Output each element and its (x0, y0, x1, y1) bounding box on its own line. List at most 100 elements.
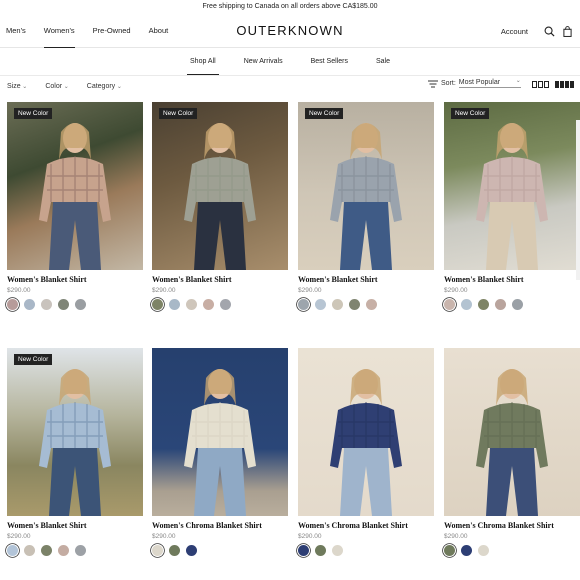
new-color-badge: New Color (159, 108, 198, 119)
color-swatch[interactable] (315, 299, 326, 310)
new-color-badge: New Color (14, 108, 53, 119)
product-card[interactable]: New Color Women's Blanket Shirt $290.00 (444, 102, 580, 310)
scrollbar[interactable] (576, 120, 580, 280)
product-price: $290.00 (444, 287, 468, 294)
filter-color[interactable]: Color (45, 83, 68, 90)
product-image[interactable] (444, 348, 580, 516)
filter-bar: Size Color Category Sort: Most Popular (0, 76, 580, 96)
new-color-badge: New Color (305, 108, 344, 119)
color-swatches (7, 299, 143, 310)
color-swatch[interactable] (478, 299, 489, 310)
color-swatch[interactable] (7, 299, 18, 310)
grid-view-toggle (532, 81, 575, 88)
product-image[interactable] (298, 348, 434, 516)
color-swatch[interactable] (7, 545, 18, 556)
color-swatch[interactable] (512, 299, 523, 310)
color-swatch[interactable] (444, 545, 455, 556)
product-name[interactable]: Women's Blanket Shirt (152, 275, 288, 284)
tab-new-arrivals[interactable]: New Arrivals (244, 48, 283, 75)
product-image[interactable]: New Color (298, 102, 434, 270)
product-price: $290.00 (444, 533, 468, 540)
color-swatch[interactable] (298, 299, 309, 310)
color-swatch[interactable] (461, 299, 472, 310)
color-swatch[interactable] (366, 299, 377, 310)
color-swatch[interactable] (41, 545, 52, 556)
product-name[interactable]: Women's Chroma Blanket Shirt (152, 521, 288, 530)
sort-label: Sort: (441, 80, 456, 87)
product-image[interactable]: New Color (7, 102, 143, 270)
color-swatch[interactable] (461, 545, 472, 556)
color-swatch[interactable] (444, 299, 455, 310)
sort-select[interactable]: Most Popular (458, 77, 521, 88)
color-swatch[interactable] (220, 299, 231, 310)
nav-about[interactable]: About (149, 14, 169, 48)
color-swatch[interactable] (169, 299, 180, 310)
filter-size[interactable]: Size (7, 83, 27, 90)
category-subnav: Shop All New Arrivals Best Sellers Sale (0, 48, 580, 76)
color-swatch[interactable] (169, 545, 180, 556)
sort-control[interactable]: Sort: Most Popular (428, 77, 521, 88)
tab-sale[interactable]: Sale (376, 48, 390, 75)
header-actions: Account (501, 14, 578, 48)
product-name[interactable]: Women's Chroma Blanket Shirt (444, 521, 580, 530)
color-swatch[interactable] (75, 299, 86, 310)
product-image[interactable]: New Color (152, 102, 288, 270)
product-price: $290.00 (298, 533, 322, 540)
color-swatch[interactable] (349, 299, 360, 310)
color-swatch[interactable] (24, 299, 35, 310)
nav-mens[interactable]: Men's (6, 14, 26, 48)
product-name[interactable]: Women's Blanket Shirt (7, 275, 143, 284)
color-swatch[interactable] (24, 545, 35, 556)
new-color-badge: New Color (451, 108, 490, 119)
color-swatch[interactable] (58, 299, 69, 310)
product-name[interactable]: Women's Chroma Blanket Shirt (298, 521, 434, 530)
product-price: $290.00 (152, 287, 176, 294)
color-swatches (444, 545, 580, 556)
color-swatches (152, 545, 288, 556)
color-swatch[interactable] (186, 299, 197, 310)
color-swatch[interactable] (152, 545, 163, 556)
color-swatch[interactable] (495, 299, 506, 310)
site-header: Men's Women's Pre-Owned About OUTERKNOWN… (0, 14, 580, 48)
product-name[interactable]: Women's Blanket Shirt (7, 521, 143, 530)
grid-4-col-icon[interactable] (555, 81, 575, 88)
grid-3-col-icon[interactable] (532, 81, 550, 88)
product-image[interactable]: New Color (7, 348, 143, 516)
color-swatch[interactable] (332, 299, 343, 310)
product-price: $290.00 (152, 533, 176, 540)
color-swatch[interactable] (478, 545, 489, 556)
product-card[interactable]: Women's Chroma Blanket Shirt $290.00 (298, 348, 434, 556)
product-name[interactable]: Women's Blanket Shirt (298, 275, 434, 284)
product-card[interactable]: New Color Women's Blanket Shirt $290.00 (7, 102, 143, 310)
product-price: $290.00 (298, 287, 322, 294)
search-icon[interactable] (542, 24, 556, 38)
product-price: $290.00 (7, 533, 31, 540)
color-swatch[interactable] (75, 545, 86, 556)
nav-womens[interactable]: Women's (43, 14, 75, 48)
color-swatch[interactable] (41, 299, 52, 310)
account-link[interactable]: Account (501, 27, 528, 36)
color-swatch[interactable] (152, 299, 163, 310)
tab-shop-all[interactable]: Shop All (187, 48, 219, 75)
color-swatch[interactable] (203, 299, 214, 310)
filter-category[interactable]: Category (87, 83, 122, 90)
color-swatch[interactable] (315, 545, 326, 556)
product-card[interactable]: New Color Women's Blanket Shirt $290.00 (298, 102, 434, 310)
color-swatches (298, 299, 434, 310)
color-swatch[interactable] (332, 545, 343, 556)
product-price: $290.00 (7, 287, 31, 294)
color-swatch[interactable] (58, 545, 69, 556)
product-card[interactable]: Women's Chroma Blanket Shirt $290.00 (444, 348, 580, 556)
nav-pre-owned[interactable]: Pre-Owned (93, 14, 131, 48)
product-image[interactable] (152, 348, 288, 516)
color-swatch[interactable] (298, 545, 309, 556)
color-swatch[interactable] (186, 545, 197, 556)
product-card[interactable]: New Color Women's Blanket Shirt $290.00 (7, 348, 143, 556)
product-card[interactable]: New Color Women's Blanket Shirt $290.00 (152, 102, 288, 310)
tab-best-sellers[interactable]: Best Sellers (311, 48, 348, 75)
main-nav: Men's Women's Pre-Owned About (6, 14, 186, 48)
product-image[interactable]: New Color (444, 102, 580, 270)
shopping-bag-icon[interactable] (560, 24, 574, 38)
product-card[interactable]: Women's Chroma Blanket Shirt $290.00 (152, 348, 288, 556)
product-name[interactable]: Women's Blanket Shirt (444, 275, 580, 284)
